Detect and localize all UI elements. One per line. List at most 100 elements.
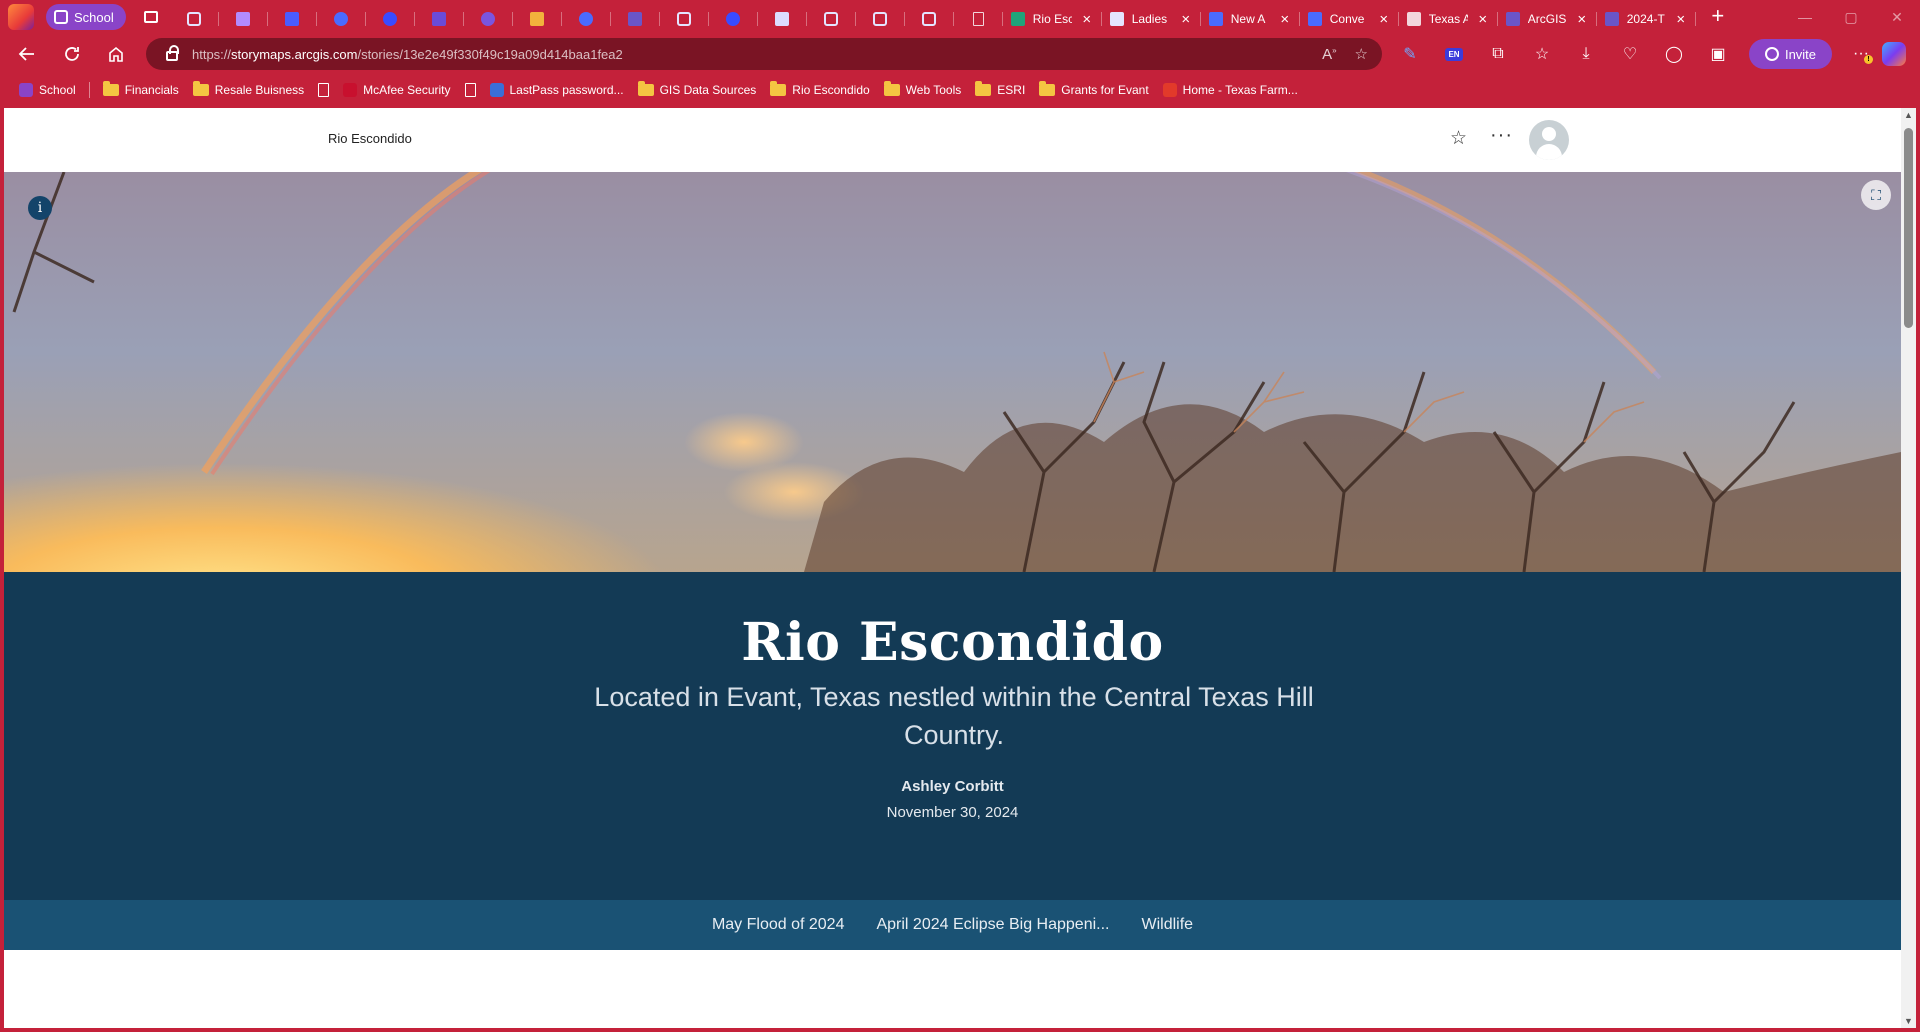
lock-icon[interactable] xyxy=(166,45,179,61)
pinned-tab[interactable] xyxy=(611,4,660,34)
close-tab-icon[interactable]: × xyxy=(1080,11,1094,28)
scroll-down-icon[interactable]: ▼ xyxy=(1901,1014,1916,1028)
avatar-head xyxy=(1542,127,1556,141)
favorite-star-icon[interactable]: ☆ xyxy=(1355,45,1368,63)
favorites-icon[interactable]: ☆ xyxy=(1526,38,1558,70)
pinned-tab[interactable] xyxy=(415,4,464,34)
favorites-link[interactable] xyxy=(311,76,336,104)
pinned-tab[interactable] xyxy=(856,4,905,34)
back-button[interactable] xyxy=(7,38,47,70)
star-icon[interactable]: ☆ xyxy=(1450,127,1467,150)
favorites-folder[interactable]: Rio Escondido xyxy=(763,76,876,104)
favorites-link[interactable]: School xyxy=(12,76,83,104)
favorites-folder[interactable]: ESRI xyxy=(968,76,1032,104)
browser-essentials-icon[interactable]: ♡ xyxy=(1614,38,1646,70)
refresh-button[interactable] xyxy=(52,38,92,70)
close-tab-icon[interactable]: × xyxy=(1575,11,1589,28)
close-tab-icon[interactable]: × xyxy=(1179,11,1193,28)
favorites-link[interactable]: LastPass password... xyxy=(483,76,631,104)
image-info-button[interactable]: i xyxy=(28,196,52,220)
page-scrollbar[interactable]: ▲ ▼ xyxy=(1901,108,1916,1028)
favorites-folder[interactable]: Financials xyxy=(96,76,186,104)
tab-favicon-icon xyxy=(972,12,984,26)
pinned-tab[interactable] xyxy=(317,4,366,34)
story-navigation: May Flood of 2024 April 2024 Eclipse Big … xyxy=(4,900,1901,950)
new-tab-button[interactable]: + xyxy=(1702,1,1734,33)
browser-tab[interactable]: 2024-T × xyxy=(1597,4,1696,34)
favorites-label: School xyxy=(39,83,76,97)
maximize-button[interactable]: ▢ xyxy=(1828,0,1874,34)
pinned-tab[interactable] xyxy=(562,4,611,34)
favorites-link[interactable]: Home - Texas Farm... xyxy=(1156,76,1305,104)
pinned-tab[interactable] xyxy=(513,4,562,34)
active-tab[interactable]: Rio Esc × xyxy=(1002,4,1102,34)
tab-title: Ladies xyxy=(1131,12,1168,26)
close-window-button[interactable]: ✕ xyxy=(1874,0,1920,34)
folder-icon xyxy=(770,81,787,96)
browser-tab[interactable]: Texas A × xyxy=(1399,4,1498,34)
extensions-puzzle-icon[interactable]: ⧉ xyxy=(1482,38,1514,70)
pinned-tab[interactable] xyxy=(660,4,709,34)
scrollbar-thumb[interactable] xyxy=(1904,128,1913,328)
close-tab-icon[interactable]: × xyxy=(1377,11,1391,28)
home-button[interactable] xyxy=(96,38,136,70)
pinned-tab[interactable] xyxy=(366,4,415,34)
copilot-icon[interactable] xyxy=(1882,42,1906,66)
story-header-title[interactable]: Rio Escondido xyxy=(328,131,412,146)
minimize-button[interactable]: — xyxy=(1782,0,1828,34)
url-text[interactable]: https://storymaps.arcgis.com/stories/13e… xyxy=(192,47,623,62)
close-tab-icon[interactable]: × xyxy=(1278,11,1292,28)
workspace-button[interactable]: School xyxy=(46,4,126,30)
browser-tab[interactable]: Ladies × xyxy=(1102,4,1201,34)
story-header: Rio Escondido ☆ ··· xyxy=(4,108,1901,172)
browser-tab[interactable]: Conve × xyxy=(1300,4,1399,34)
translate-extension-button[interactable]: EN xyxy=(1438,38,1470,70)
address-bar[interactable]: https://storymaps.arcgis.com/stories/13e… xyxy=(146,38,1382,70)
favorites-label: GIS Data Sources xyxy=(659,83,757,97)
more-options-icon[interactable]: ··· xyxy=(1490,124,1513,147)
favorites-link[interactable]: McAfee Security xyxy=(336,76,457,104)
pinned-tab[interactable] xyxy=(219,4,268,34)
close-tab-icon[interactable]: × xyxy=(1674,11,1688,28)
pinned-tab[interactable] xyxy=(758,4,807,34)
favorites-folder[interactable]: Resale Buisness xyxy=(186,76,311,104)
tab-title: Texas A xyxy=(1428,12,1468,26)
browser-tab[interactable]: New A × xyxy=(1201,4,1300,34)
pinned-tab[interactable] xyxy=(464,4,513,34)
story-nav-link[interactable]: Wildlife xyxy=(1142,916,1194,934)
tab-favicon-icon xyxy=(187,12,202,26)
browser-tab[interactable]: ArcGIS × xyxy=(1498,4,1597,34)
close-tab-icon[interactable]: × xyxy=(1476,11,1490,28)
scroll-up-icon[interactable]: ▲ xyxy=(1901,108,1916,122)
favorites-folder[interactable]: GIS Data Sources xyxy=(631,76,764,104)
pinned-tab[interactable] xyxy=(170,4,219,34)
invite-button[interactable]: Invite xyxy=(1749,39,1832,69)
browser-profile-icon[interactable] xyxy=(8,4,34,30)
settings-and-more-button[interactable]: ···! xyxy=(1845,38,1877,70)
favorites-label: Resale Buisness xyxy=(214,83,305,97)
tab-actions-menu-button[interactable] xyxy=(136,4,166,30)
story-nav-link[interactable]: April 2024 Eclipse Big Happeni... xyxy=(876,916,1109,934)
pinned-tab[interactable] xyxy=(268,4,317,34)
story-author: Ashley Corbitt xyxy=(901,778,1004,795)
favorites-folder[interactable]: Web Tools xyxy=(877,76,969,104)
split-screen-icon[interactable]: ▣ xyxy=(1702,38,1734,70)
window-controls: — ▢ ✕ xyxy=(1782,0,1920,34)
favorites-folder[interactable]: Grants for Evant xyxy=(1032,76,1155,104)
pinned-tab[interactable] xyxy=(709,4,758,34)
pen-extension-icon[interactable]: ✎ xyxy=(1394,38,1426,70)
expand-image-button[interactable]: ⛶ xyxy=(1861,180,1891,210)
downloads-icon[interactable]: ⤓ xyxy=(1570,38,1602,70)
pinned-tab[interactable] xyxy=(905,4,954,34)
feedback-icon[interactable]: ◯ xyxy=(1658,38,1690,70)
folder-icon xyxy=(192,81,209,96)
tab-favicon-icon xyxy=(579,12,594,26)
favorites-link[interactable] xyxy=(458,76,483,104)
pinned-tab[interactable] xyxy=(954,4,1003,34)
story-title: Rio Escondido xyxy=(741,612,1164,673)
story-nav-link[interactable]: May Flood of 2024 xyxy=(712,916,845,934)
site-favicon-icon xyxy=(1162,83,1177,97)
pinned-tab[interactable] xyxy=(807,4,856,34)
avatar[interactable] xyxy=(1529,120,1569,160)
read-aloud-icon[interactable]: A» xyxy=(1322,46,1336,63)
